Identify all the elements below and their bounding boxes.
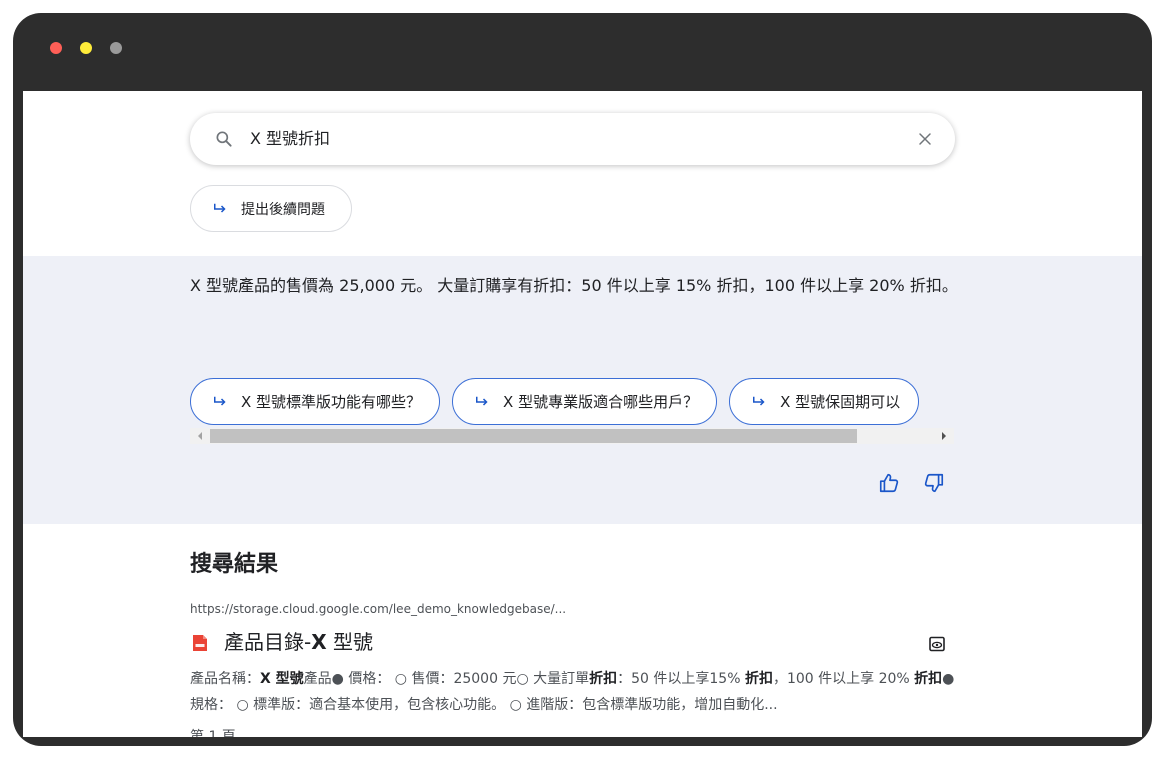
results-heading: 搜尋結果 <box>190 552 279 577</box>
suggestion-label: X 型號保固期可以 <box>780 393 901 411</box>
result-title-bold: X <box>311 630 327 654</box>
pdf-file-icon <box>193 635 207 651</box>
return-arrow-icon <box>214 396 226 406</box>
suggestion-chip[interactable]: X 型號標準版功能有哪些？ <box>190 378 441 425</box>
suggestion-label: X 型號專業版適合哪些用戶？ <box>503 393 699 411</box>
search-input[interactable]: X 型號折扣 <box>250 128 330 150</box>
result-snippet: 產品名稱：X 型號產品● 價格： ○ 售價：25000 元○ 大量訂單折扣：50… <box>190 666 955 718</box>
snippet-text: ，100 件以上享 20% <box>772 671 915 687</box>
snippet-text: 產品● 價格： ○ 售價：25000 元○ 大量訂單 <box>303 671 590 687</box>
close-window-button[interactable] <box>50 42 62 54</box>
maximize-window-button[interactable] <box>110 42 122 54</box>
result-title-prefix: 產品目錄- <box>224 630 312 654</box>
scroll-left-arrow[interactable] <box>198 432 202 440</box>
return-arrow-icon <box>753 396 765 406</box>
thumbs-down-icon[interactable] <box>923 472 945 494</box>
snippet-highlight: 折扣 <box>914 671 943 687</box>
return-arrow-icon <box>476 396 488 406</box>
chips-scrollbar[interactable] <box>190 428 954 444</box>
minimize-window-button[interactable] <box>80 42 92 54</box>
scrollbar-thumb[interactable] <box>210 429 857 443</box>
snippet-highlight: 折扣 <box>744 671 773 687</box>
scroll-right-arrow[interactable] <box>942 432 946 440</box>
answer-text: X 型號產品的售價為 25,000 元。 大量訂購享有折扣：50 件以上享 15… <box>190 276 958 295</box>
snippet-highlight: X 型號 <box>260 671 304 687</box>
suggestion-chips[interactable]: X 型號標準版功能有哪些？ X 型號專業版適合哪些用戶？ X 型號保固期可以 <box>190 378 954 426</box>
preview-icon[interactable] <box>929 636 945 652</box>
return-arrow-icon <box>214 203 226 213</box>
thumbs-up-icon[interactable] <box>878 472 900 494</box>
snippet-highlight: 折扣 <box>589 671 618 687</box>
ai-answer-panel: X 型號產品的售價為 25,000 元。 大量訂購享有折扣：50 件以上享 15… <box>23 256 1142 524</box>
suggestion-chip[interactable]: X 型號專業版適合哪些用戶？ <box>452 378 718 425</box>
suggestion-label: X 型號標準版功能有哪些？ <box>241 393 422 411</box>
follow-up-button[interactable]: 提出後續問題 <box>190 185 352 232</box>
browser-window: X 型號折扣 提出後續問題 X 型號產品的售價為 25,000 元。 大量訂購享… <box>13 13 1152 746</box>
result-title[interactable]: 產品目錄-X 型號 <box>224 628 373 656</box>
result-page-label: 第 1 頁 <box>190 729 236 737</box>
result-url[interactable]: https://storage.cloud.google.com/lee_dem… <box>190 600 566 618</box>
close-icon[interactable] <box>915 129 935 149</box>
suggestion-chip[interactable]: X 型號保固期可以 <box>729 378 920 425</box>
snippet-text: 產品名稱： <box>190 671 260 687</box>
follow-up-label: 提出後續問題 <box>241 201 325 218</box>
window-titlebar <box>13 13 1152 91</box>
snippet-text: ：50 件以上享15% <box>617 671 745 687</box>
search-box[interactable]: X 型號折扣 <box>190 113 955 165</box>
search-icon <box>216 131 232 147</box>
result-title-suffix: 型號 <box>326 630 373 654</box>
page-viewport: X 型號折扣 提出後續問題 X 型號產品的售價為 25,000 元。 大量訂購享… <box>23 91 1142 737</box>
